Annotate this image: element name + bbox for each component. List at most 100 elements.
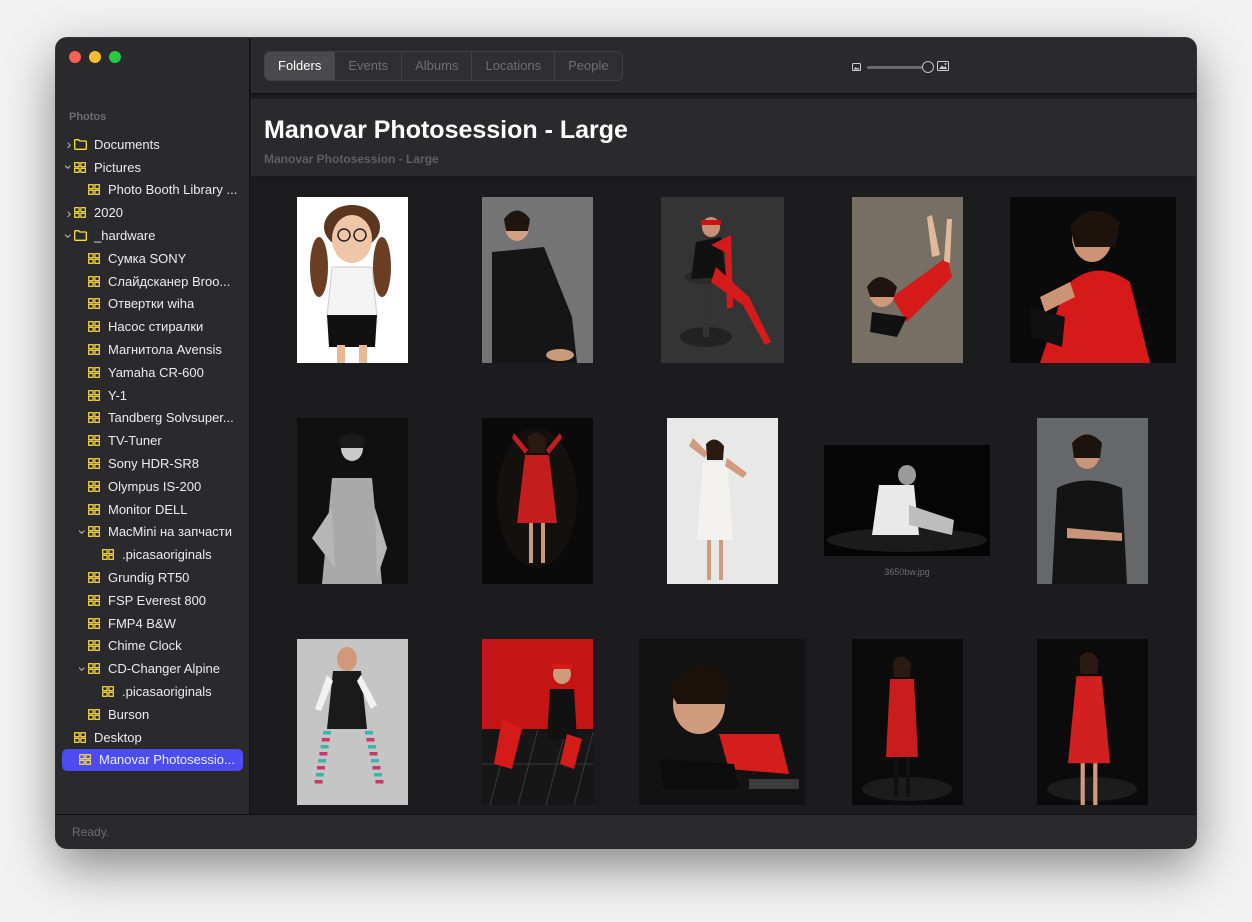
folder-header: Manovar Photosession - Large Manovar Pho…: [251, 99, 1196, 177]
sidebar-item-fmp4-b-w[interactable]: FMP4 B&W: [56, 612, 249, 635]
photo-red-floor[interactable]: [852, 197, 963, 363]
sidebar-item-label: TV-Tuner: [108, 433, 162, 449]
small-photo-icon: [852, 58, 861, 76]
sidebar-item-picasaoriginals[interactable]: .picasaoriginals: [56, 680, 249, 703]
grid-folder-icon: [88, 321, 103, 333]
sidebar-item-yamaha-cr-600[interactable]: Yamaha CR-600: [56, 361, 249, 384]
photo-black-dress-grey[interactable]: [1037, 418, 1148, 584]
sidebar-item-label: Насос стиралки: [108, 319, 204, 335]
chevron-down-icon[interactable]: ›: [75, 527, 91, 537]
sidebar-item-chime-clock[interactable]: Chime Clock: [56, 635, 249, 658]
photo-red-dress-spot-2[interactable]: [1037, 639, 1148, 805]
thumbnail-size-slider: [852, 58, 949, 76]
sidebar-item-desktop[interactable]: Desktop: [56, 726, 249, 749]
sidebar-item-fsp-everest-800[interactable]: FSP Everest 800: [56, 589, 249, 612]
photo-white-lace-dress[interactable]: [667, 418, 778, 584]
sidebar-item-сумка-sony[interactable]: Сумка SONY: [56, 247, 249, 270]
chevron-right-icon[interactable]: ›: [64, 136, 74, 152]
sidebar-item-label: CD-Changer Alpine: [108, 661, 221, 677]
sidebar-item-olympus-is-200[interactable]: Olympus IS-200: [56, 475, 249, 498]
sidebar-item-label: Desktop: [94, 729, 142, 745]
sidebar-item-label: FSP Everest 800: [108, 592, 207, 608]
photo-thumbnail: [661, 197, 784, 363]
content-area: Manovar Photosession - Large Manovar Pho…: [251, 95, 1196, 814]
photo-lying-red[interactable]: [639, 639, 805, 805]
status-bar: Ready.: [56, 814, 1196, 848]
grid-folder-icon: [88, 184, 103, 196]
photo-white-glasses-girl[interactable]: [297, 197, 408, 363]
photo-filename: 3650bw.jpg: [884, 567, 930, 577]
sidebar-item-burson[interactable]: Burson: [56, 703, 249, 726]
sidebar-item-hardware[interactable]: › _hardware: [56, 224, 249, 247]
tab-folders[interactable]: Folders: [265, 52, 336, 80]
sidebar-item-label: Chime Clock: [108, 638, 182, 654]
grid-folder-icon: [88, 458, 103, 470]
tab-people[interactable]: People: [555, 52, 621, 80]
grid-folder-icon: [88, 435, 103, 447]
tab-locations[interactable]: Locations: [472, 52, 556, 80]
photo-striped-stockings[interactable]: [297, 639, 408, 805]
sidebar-item-слайдсканер-broo[interactable]: Слайдсканер Broo...: [56, 270, 249, 293]
photo-red-dress-spot[interactable]: [852, 639, 963, 805]
photo-red-stool[interactable]: [661, 197, 784, 363]
zoom-slider-knob[interactable]: [921, 60, 934, 73]
sidebar-item-monitor-dell[interactable]: Monitor DELL: [56, 498, 249, 521]
folder-tree: › Documents › Pictures Photo Booth Library .…: [56, 133, 249, 772]
sidebar-item-label: _hardware: [94, 228, 156, 244]
photo-thumbnail: [482, 418, 593, 584]
sidebar-item-tv-tuner[interactable]: TV-Tuner: [56, 429, 249, 452]
zoom-slider-track[interactable]: [867, 60, 934, 73]
photo-red-dress-closeup[interactable]: [1010, 197, 1176, 363]
photo-thumbnail: [297, 418, 408, 584]
photo-thumbnail: [852, 639, 963, 805]
sidebar-item-label: Магнитола Avensis: [108, 342, 222, 358]
sidebar-item-photo-booth-library[interactable]: Photo Booth Library ...: [56, 179, 249, 202]
sidebar-item-2020[interactable]: › 2020: [56, 201, 249, 224]
photo-thumbnail: [639, 639, 805, 805]
app-window: Photos › Documents › Pictures Photo Booth Li…: [56, 38, 1196, 848]
folder-icon: [74, 138, 89, 150]
sidebar-item-label: Отвертки wiha: [108, 296, 195, 312]
window-controls: [69, 51, 121, 63]
sidebar-item-label: Pictures: [94, 159, 141, 175]
zoom-window-button[interactable]: [109, 51, 121, 63]
sidebar-item-label: .picasaoriginals: [122, 547, 212, 563]
chevron-right-icon[interactable]: ›: [64, 205, 74, 221]
chevron-down-icon[interactable]: ›: [61, 231, 77, 241]
grid-folder-icon: [88, 412, 103, 424]
sidebar-item-y-1[interactable]: Y-1: [56, 384, 249, 407]
chevron-down-icon[interactable]: ›: [75, 664, 91, 674]
sidebar-item-grundig-rt50[interactable]: Grundig RT50: [56, 566, 249, 589]
grid-folder-icon: [88, 594, 103, 606]
close-window-button[interactable]: [69, 51, 81, 63]
photo-thumbnail: [1010, 197, 1176, 363]
photo-3650bw[interactable]: 3650bw.jpg: [824, 445, 990, 577]
sidebar-item-manovar-photosessio[interactable]: Manovar Photosessio...: [62, 748, 243, 772]
sidebar-item-label: MacMini на запчасти: [108, 524, 232, 540]
sidebar-item-label: Monitor DELL: [108, 501, 188, 517]
photo-bw-tank[interactable]: [297, 418, 408, 584]
sidebar-item-магнитола-avensis[interactable]: Магнитола Avensis: [56, 338, 249, 361]
photo-phone-woman[interactable]: [482, 197, 593, 363]
sidebar-item-sony-hdr-sr8[interactable]: Sony HDR-SR8: [56, 452, 249, 475]
sidebar-item-tandberg-solvsuper[interactable]: Tandberg Solvsuper...: [56, 407, 249, 430]
sidebar-item-macmini-на-запчасти[interactable]: › MacMini на запчасти: [56, 521, 249, 544]
tab-albums[interactable]: Albums: [402, 52, 473, 80]
sidebar-item-picasaoriginals[interactable]: .picasaoriginals: [56, 543, 249, 566]
sidebar-item-label: 2020: [94, 205, 123, 221]
photo-thumbnail: [667, 418, 778, 584]
sidebar-item-label: Tandberg Solvsuper...: [108, 410, 234, 426]
sidebar-item-отвертки-wiha[interactable]: Отвертки wiha: [56, 293, 249, 316]
photo-red-wall-floor[interactable]: [482, 639, 593, 805]
photo-red-dress-dark[interactable]: [482, 418, 593, 584]
minimize-window-button[interactable]: [89, 51, 101, 63]
tab-events[interactable]: Events: [335, 52, 403, 80]
sidebar-item-pictures[interactable]: › Pictures: [56, 156, 249, 179]
chevron-down-icon[interactable]: ›: [61, 162, 77, 172]
grid-folder-icon: [88, 252, 103, 264]
sidebar-item-documents[interactable]: › Documents: [56, 133, 249, 156]
grid-folder-icon: [88, 572, 103, 584]
sidebar-item-насос-стиралки[interactable]: Насос стиралки: [56, 315, 249, 338]
page-subtitle: Manovar Photosession - Large: [264, 152, 439, 166]
sidebar-item-cd-changer-alpine[interactable]: › CD-Changer Alpine: [56, 657, 249, 680]
